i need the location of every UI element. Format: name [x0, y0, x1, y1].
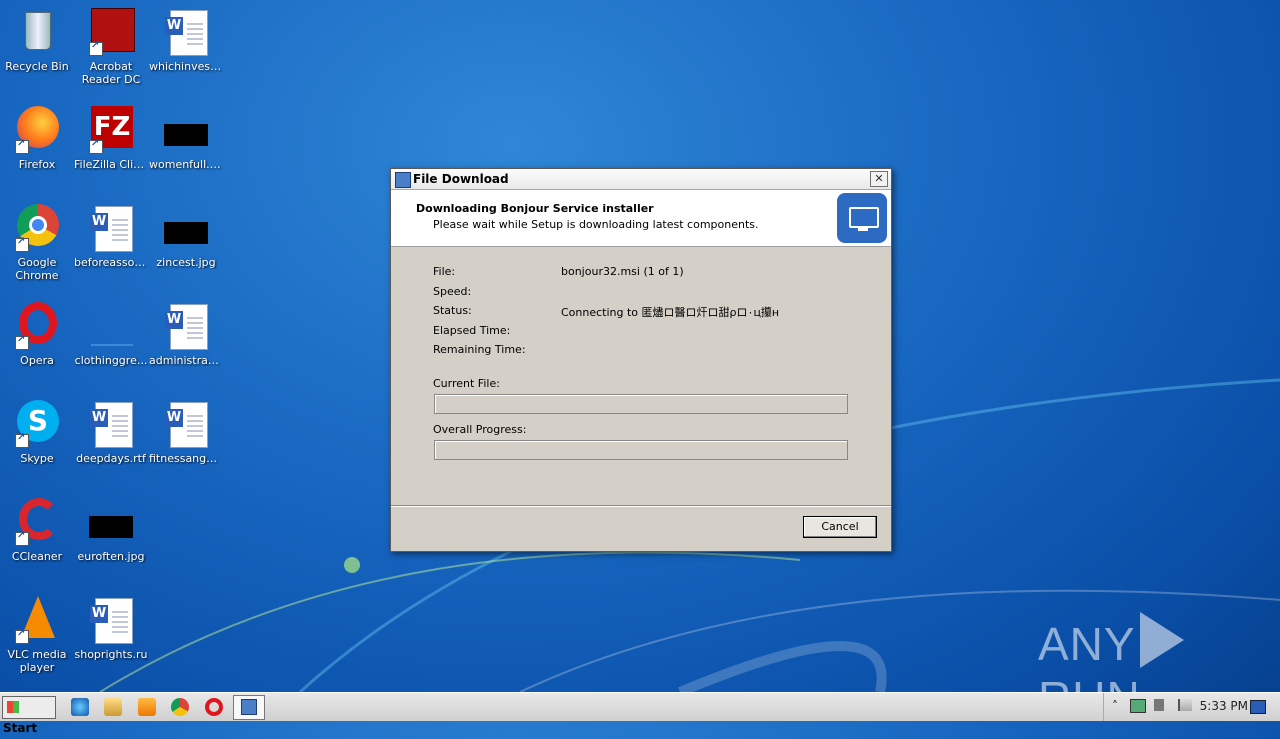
current-file-label: Current File: [433, 377, 500, 390]
remaining-time-label: Remaining Time: [433, 343, 526, 356]
cancel-button[interactable]: Cancel [803, 516, 877, 538]
recycle-bin-icon[interactable]: Recycle Bin [0, 8, 74, 73]
word-document-icon[interactable]: W deepdays.rtf [74, 400, 148, 465]
file-label: File: [433, 265, 456, 278]
word-document-icon[interactable]: W beforeassoc... [74, 204, 148, 269]
current-file-progress [434, 394, 848, 414]
word-document-icon[interactable]: W fitnessange... [149, 400, 223, 465]
dialog-title: File Download [413, 172, 509, 186]
desktop-icon-label: deepdays.rtf [76, 452, 146, 465]
watermark-left: ANY [1038, 618, 1136, 670]
firefox-icon[interactable]: Firefox [0, 106, 74, 171]
network-icon[interactable] [1130, 699, 1146, 713]
desktop-icon-label: shoprights.ru [74, 648, 148, 661]
blank-file-icon[interactable]: clothinggre... [74, 302, 148, 367]
file-explorer-icon[interactable] [104, 698, 122, 716]
close-button[interactable]: ✕ [870, 171, 888, 187]
system-tray: ˄ 5:33 PM [1103, 693, 1280, 721]
desktop-icon-label: Acrobat Reader DC [81, 60, 141, 86]
media-player-icon[interactable] [138, 698, 156, 716]
internet-explorer-icon[interactable] [71, 698, 89, 716]
speed-label: Speed: [433, 285, 472, 298]
desktop-icon-label: Firefox [18, 158, 56, 171]
opera-icon[interactable]: Opera [0, 302, 74, 367]
installer-icon [395, 172, 411, 188]
elapsed-time-label: Elapsed Time: [433, 324, 511, 337]
file-value: bonjour32.msi (1 of 1) [561, 265, 684, 278]
installer-icon [241, 699, 257, 715]
word-document-icon[interactable]: W administrati... [149, 302, 223, 367]
vlc-icon[interactable]: VLC media player [0, 596, 74, 674]
windows-logo-icon [7, 701, 19, 713]
desktop-icon-label: beforeassoc... [74, 256, 148, 269]
show-desktop-icon[interactable] [1250, 700, 1266, 714]
dialog-divider [391, 505, 891, 507]
overall-progress-bar [434, 440, 848, 460]
word-document-icon[interactable]: W shoprights.ru [74, 596, 148, 661]
action-center-flag-icon[interactable] [1178, 699, 1192, 711]
word-document-icon[interactable]: W whichinvest... [149, 8, 223, 73]
desktop-icon-label: zincest.jpg [156, 256, 216, 269]
desktop-icon-label: FileZilla Client [74, 158, 148, 171]
skype-icon[interactable]: S Skype [0, 400, 74, 465]
installer-taskbar-button[interactable] [233, 695, 265, 720]
start-button[interactable]: Start [2, 696, 56, 735]
desktop-icon-label: euroften.jpg [77, 550, 145, 563]
image-file-icon[interactable]: euroften.jpg [74, 498, 148, 563]
taskbar: Start ˄ 5:33 PM [0, 692, 1280, 735]
image-file-icon[interactable]: womenfull.jpg [149, 106, 223, 171]
dialog-subheading: Please wait while Setup is downloading l… [433, 218, 759, 231]
tray-overflow-icon[interactable]: ˄ [1112, 699, 1118, 713]
image-file-icon[interactable]: zincest.jpg [149, 204, 223, 269]
file-download-dialog: File Download ✕ Downloading Bonjour Serv… [390, 168, 892, 552]
desktop-icon-label: CCleaner [11, 550, 63, 563]
desktop-icon-label: Recycle Bin [5, 60, 69, 73]
start-label: Start [3, 721, 38, 735]
clock[interactable]: 5:33 PM [1200, 699, 1248, 713]
volume-icon[interactable] [1154, 699, 1164, 711]
dialog-titlebar[interactable]: File Download ✕ [391, 169, 891, 190]
chrome-taskbar-icon[interactable] [171, 698, 189, 716]
status-label: Status: [433, 304, 472, 317]
overall-progress-label: Overall Progress: [433, 423, 527, 436]
play-logo-icon [1139, 612, 1184, 668]
desktop-icon-label: fitnessange... [149, 452, 223, 465]
acrobat-reader-icon[interactable]: Acrobat Reader DC [74, 8, 148, 86]
ccleaner-icon[interactable]: CCleaner [0, 498, 74, 563]
desktop-icon-label: clothinggre... [74, 354, 148, 367]
desktop-icon-label: whichinvest... [149, 60, 223, 73]
desktop-icon-label: administrati... [149, 354, 223, 367]
google-chrome-icon[interactable]: Google Chrome [0, 204, 74, 282]
desktop-icon-label: Opera [20, 354, 54, 367]
desktop-icon-label: womenfull.jpg [149, 158, 223, 171]
opera-taskbar-icon[interactable] [205, 698, 223, 716]
desktop-icon-label: Google Chrome [15, 256, 59, 282]
dialog-heading: Downloading Bonjour Service installer [416, 202, 654, 215]
filezilla-icon[interactable]: FZ FileZilla Client [74, 106, 148, 171]
status-value: Connecting to 匿燼ロ醫ロ㶥ロ甜ρロ٠ц攥н [561, 306, 780, 319]
desktop-icon-label: Skype [20, 452, 54, 465]
monitor-icon [837, 193, 887, 243]
dialog-banner: Downloading Bonjour Service installer Pl… [391, 190, 891, 247]
desktop-icon-label: VLC media player [7, 648, 67, 674]
